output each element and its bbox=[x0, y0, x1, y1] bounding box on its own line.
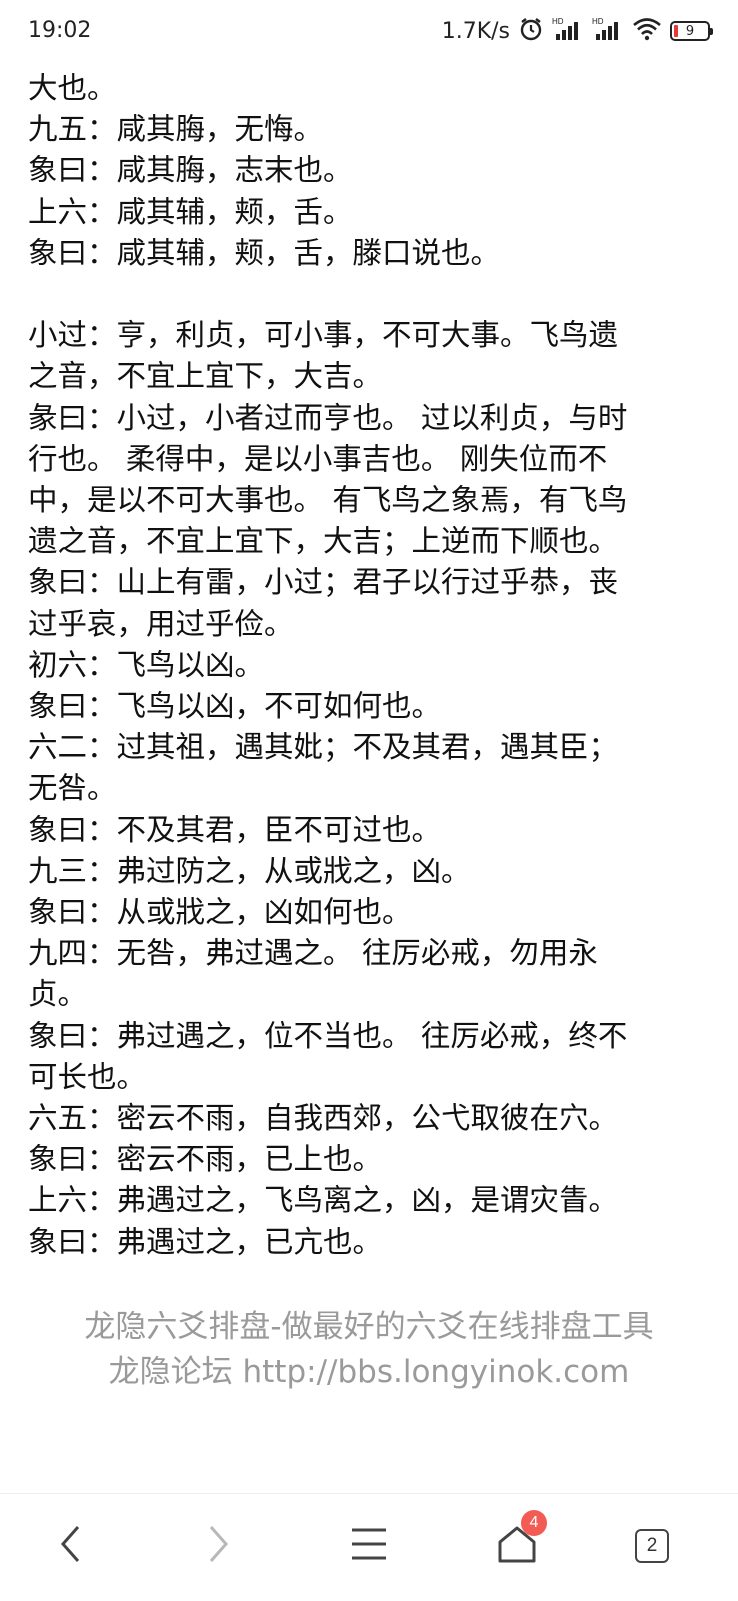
text-line: 九四：无咎，弗过遇之。 往厉必戒，勿用永 bbox=[28, 936, 598, 971]
status-bar: 19:02 1.7K/s HD HD 9 bbox=[0, 0, 738, 66]
home-button[interactable]: 4 bbox=[487, 1510, 547, 1576]
text-line: 象曰：飞鸟以凶，不可如何也。 bbox=[28, 689, 442, 724]
text-line: 过乎哀，用过乎俭。 bbox=[28, 606, 294, 641]
back-button[interactable] bbox=[41, 1516, 101, 1576]
text-line: 上六：咸其辅，颊，舌。 bbox=[28, 194, 353, 229]
tabs-icon: 2 bbox=[635, 1529, 669, 1563]
forward-icon bbox=[203, 1524, 233, 1568]
battery-fill bbox=[674, 25, 678, 37]
home-badge: 4 bbox=[521, 1510, 547, 1536]
text-line: 大也。 bbox=[28, 71, 117, 105]
site-footer: 龙隐六爻排盘-做最好的六爻在线排盘工具 龙隐论坛 http://bbs.long… bbox=[0, 1305, 738, 1395]
text-line: 象曰：咸其脢，志末也。 bbox=[28, 153, 353, 188]
back-icon bbox=[56, 1524, 86, 1568]
text-line: 初六：飞鸟以凶。 bbox=[28, 647, 265, 682]
wifi-icon bbox=[632, 16, 662, 46]
text-line: 上六：弗遇过之，飞鸟离之，凶，是谓灾眚。 bbox=[28, 1183, 619, 1218]
text-line: 无咎。 bbox=[28, 771, 117, 806]
hd-signal-icon: HD bbox=[592, 16, 624, 46]
text-line: 象曰：不及其君，臣不可过也。 bbox=[28, 812, 442, 847]
text-line: 中，是以不可大事也。 有飞鸟之象焉，有飞鸟 bbox=[28, 483, 628, 518]
text-line: 九五：咸其脢，无悔。 bbox=[28, 112, 324, 147]
text-line: 遗之音，不宜上宜下，大吉；上逆而下顺也。 bbox=[28, 524, 619, 559]
battery-level: 9 bbox=[685, 23, 695, 39]
text-line: 六二：过其祖，遇其妣；不及其君，遇其臣； bbox=[28, 730, 619, 765]
bottom-nav-bar: 4 2 bbox=[0, 1493, 738, 1601]
footer-forum-link[interactable]: 龙隐论坛 http://bbs.longyinok.com bbox=[0, 1350, 738, 1395]
footer-tagline: 龙隐六爻排盘-做最好的六爻在线排盘工具 bbox=[84, 1309, 654, 1345]
hd-signal-icon: HD bbox=[552, 16, 584, 46]
text-line: 九三：弗过防之，从或戕之，凶。 bbox=[28, 853, 471, 888]
text-line: 象曰：弗过遇之，位不当也。 往厉必戒，终不 bbox=[28, 1018, 628, 1053]
menu-icon bbox=[349, 1524, 389, 1568]
network-speed: 1.7K/s bbox=[441, 18, 510, 44]
status-time: 19:02 bbox=[28, 18, 92, 43]
svg-text:HD: HD bbox=[552, 17, 564, 26]
battery-icon: 9 bbox=[670, 21, 713, 41]
article-text: 大也。九五：咸其脢，无悔。 象曰：咸其脢，志末也。 上六：咸其辅，颊，舌。象曰：咸其… bbox=[28, 68, 718, 1263]
text-line: 贞。 bbox=[28, 977, 88, 1012]
forward-button[interactable] bbox=[188, 1516, 248, 1576]
svg-text:HD: HD bbox=[592, 17, 604, 26]
text-line: 六五：密云不雨，自我西郊，公弋取彼在穴。 bbox=[28, 1101, 619, 1136]
text-line: 行也。 柔得中，是以小事吉也。 刚失位而不 bbox=[28, 441, 608, 476]
menu-button[interactable] bbox=[339, 1516, 399, 1576]
text-line: 象曰：咸其辅，颊，舌，滕口说也。 bbox=[28, 235, 501, 270]
text-line: 之音，不宜上宜下，大吉。 bbox=[28, 359, 383, 394]
tabs-button[interactable]: 2 bbox=[622, 1516, 682, 1576]
text-line: 彖曰：小过，小者过而亨也。 过以利贞，与时 bbox=[28, 400, 628, 435]
status-icons: 1.7K/s HD HD 9 bbox=[441, 16, 713, 46]
text-line: 小过：亨，利贞，可小事，不可大事。飞鸟遗 bbox=[28, 318, 619, 353]
text-line: 象曰：密云不雨，已上也。 bbox=[28, 1142, 383, 1177]
text-line: 象曰：从或戕之，凶如何也。 bbox=[28, 895, 412, 930]
text-line: 象曰：弗遇过之，已亢也。 bbox=[28, 1224, 383, 1259]
text-line: 象曰：山上有雷，小过；君子以行过乎恭，丧 bbox=[28, 565, 619, 600]
alarm-icon bbox=[518, 16, 544, 46]
text-line: 可长也。 bbox=[28, 1059, 147, 1094]
